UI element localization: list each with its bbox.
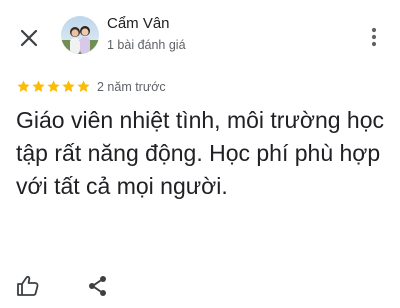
star-icon	[17, 80, 30, 92]
share-icon	[89, 276, 106, 296]
rating-row: 2 năm trước	[16, 79, 166, 94]
avatar[interactable]	[61, 16, 99, 54]
like-button[interactable]	[16, 274, 40, 298]
author-name[interactable]: Cẩm Vân	[107, 15, 170, 32]
star-icon	[77, 80, 90, 92]
more-options-button[interactable]	[362, 24, 386, 50]
review-screen: Cẩm Vân 1 bài đánh giá 2 năm trước Giáo …	[0, 0, 400, 308]
avatar-photo	[61, 16, 99, 54]
star-rating	[16, 79, 91, 94]
author-review-count: 1 bài đánh giá	[107, 38, 186, 52]
close-icon	[20, 29, 38, 47]
star-icon	[32, 80, 45, 92]
review-time: 2 năm trước	[97, 79, 166, 94]
star-icon	[62, 80, 75, 92]
thumb-up-icon	[17, 275, 39, 296]
close-button[interactable]	[16, 25, 42, 51]
more-vert-icon	[371, 27, 377, 47]
review-text: Giáo viên nhiệt tình, môi trường học tập…	[16, 107, 384, 199]
share-button[interactable]	[86, 274, 110, 298]
star-icon	[47, 80, 60, 92]
